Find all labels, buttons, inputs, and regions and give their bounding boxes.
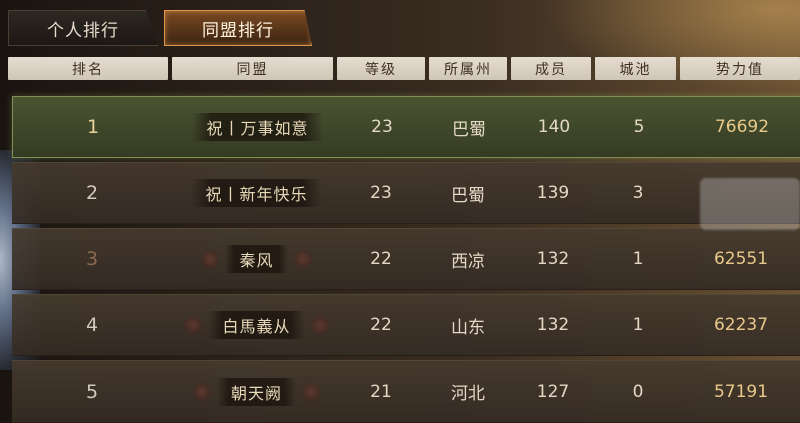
region-cell: 山东: [451, 317, 485, 338]
table-row[interactable]: 3 秦风 22 西凉 132 1 62551: [12, 228, 800, 290]
tab-label: 同盟排行: [202, 20, 274, 41]
alliance-name-plate: 祝丨新年快乐: [191, 179, 322, 207]
rank-cell: 4: [85, 314, 99, 336]
members-cell: 132: [536, 249, 570, 269]
column-header-level[interactable]: 等级: [337, 57, 425, 80]
alliance-cell: 朝天阙: [174, 361, 339, 422]
level-cell: 22: [370, 249, 392, 269]
rank-cell: 5: [85, 380, 99, 403]
power-cell: 62237: [713, 315, 769, 335]
table-row[interactable]: 1 祝丨万事如意 23 巴蜀 140 5 76692: [12, 96, 800, 158]
rank-cell: 3: [85, 248, 99, 270]
cities-cell: 0: [632, 381, 644, 402]
level-cell: 23: [370, 183, 392, 203]
alliance-emblem-icon: [310, 316, 329, 334]
alliance-emblem-icon: [184, 316, 203, 334]
alliance-emblem-icon: [201, 250, 220, 268]
alliance-name-plate: 朝天阙: [216, 377, 296, 406]
column-header-power[interactable]: 势力值: [680, 57, 800, 80]
ranking-tabs: 个人排行 同盟排行: [8, 10, 312, 46]
alliance-emblem-icon: [192, 382, 211, 401]
alliance-cell: 秦风: [174, 229, 339, 289]
rank-cell: 2: [85, 182, 99, 204]
alliance-name-plate: 祝丨万事如意: [192, 113, 323, 141]
tab-alliance-ranking[interactable]: 同盟排行: [164, 10, 312, 46]
power-cell: 76692: [714, 117, 770, 137]
alliance-name-plate: 白馬義从: [208, 311, 305, 339]
column-header-cities[interactable]: 城池: [595, 57, 676, 80]
table-row[interactable]: 5 朝天阙 21 河北 127 0 57191: [12, 360, 800, 423]
region-cell: 巴蜀: [452, 119, 486, 140]
level-cell: 23: [371, 117, 393, 137]
alliance-name: 朝天阙: [230, 383, 282, 403]
alliance-emblem-icon: [302, 382, 320, 401]
level-cell: 21: [370, 381, 392, 402]
alliance-name-plate: 秦风: [225, 245, 288, 273]
members-cell: 132: [536, 315, 570, 335]
members-cell: 127: [536, 381, 570, 402]
table-header: 排名 同盟 等级 所属州 成员 城池 势力值: [8, 57, 800, 80]
column-header-region[interactable]: 所属州: [429, 57, 507, 80]
members-cell: 139: [536, 183, 570, 203]
alliance-name: 祝丨万事如意: [206, 119, 309, 138]
rank-cell: 1: [86, 116, 100, 138]
alliance-name: 秦风: [239, 251, 274, 270]
level-cell: 22: [370, 315, 392, 335]
tab-personal-ranking[interactable]: 个人排行: [8, 10, 158, 46]
table-row[interactable]: 2 祝丨新年快乐 23 巴蜀 139 3: [12, 162, 800, 224]
column-header-rank[interactable]: 排名: [8, 57, 168, 80]
alliance-emblem-icon: [293, 250, 312, 268]
column-header-members[interactable]: 成员: [511, 57, 591, 80]
redaction-overlay: [700, 178, 800, 230]
cities-cell: 1: [632, 249, 644, 269]
alliance-cell: 白馬義从: [174, 295, 339, 355]
alliance-cell: 祝丨新年快乐: [174, 163, 339, 223]
members-cell: 140: [537, 117, 571, 137]
cities-cell: 1: [632, 315, 644, 335]
tab-label: 个人排行: [47, 20, 119, 41]
table-row[interactable]: 4 白馬義从 22 山东 132 1 62237: [12, 294, 800, 356]
region-cell: 河北: [451, 384, 485, 404]
cities-cell: 5: [633, 117, 645, 137]
region-cell: 西凉: [451, 251, 485, 272]
power-cell: 62551: [713, 249, 769, 269]
alliance-name: 祝丨新年快乐: [205, 185, 308, 204]
region-cell: 巴蜀: [451, 185, 485, 206]
alliance-name: 白馬義从: [222, 317, 291, 336]
cities-cell: 3: [632, 183, 644, 203]
power-cell: 57191: [713, 381, 769, 402]
alliance-cell: 祝丨万事如意: [175, 97, 340, 157]
column-header-alliance[interactable]: 同盟: [172, 57, 333, 80]
